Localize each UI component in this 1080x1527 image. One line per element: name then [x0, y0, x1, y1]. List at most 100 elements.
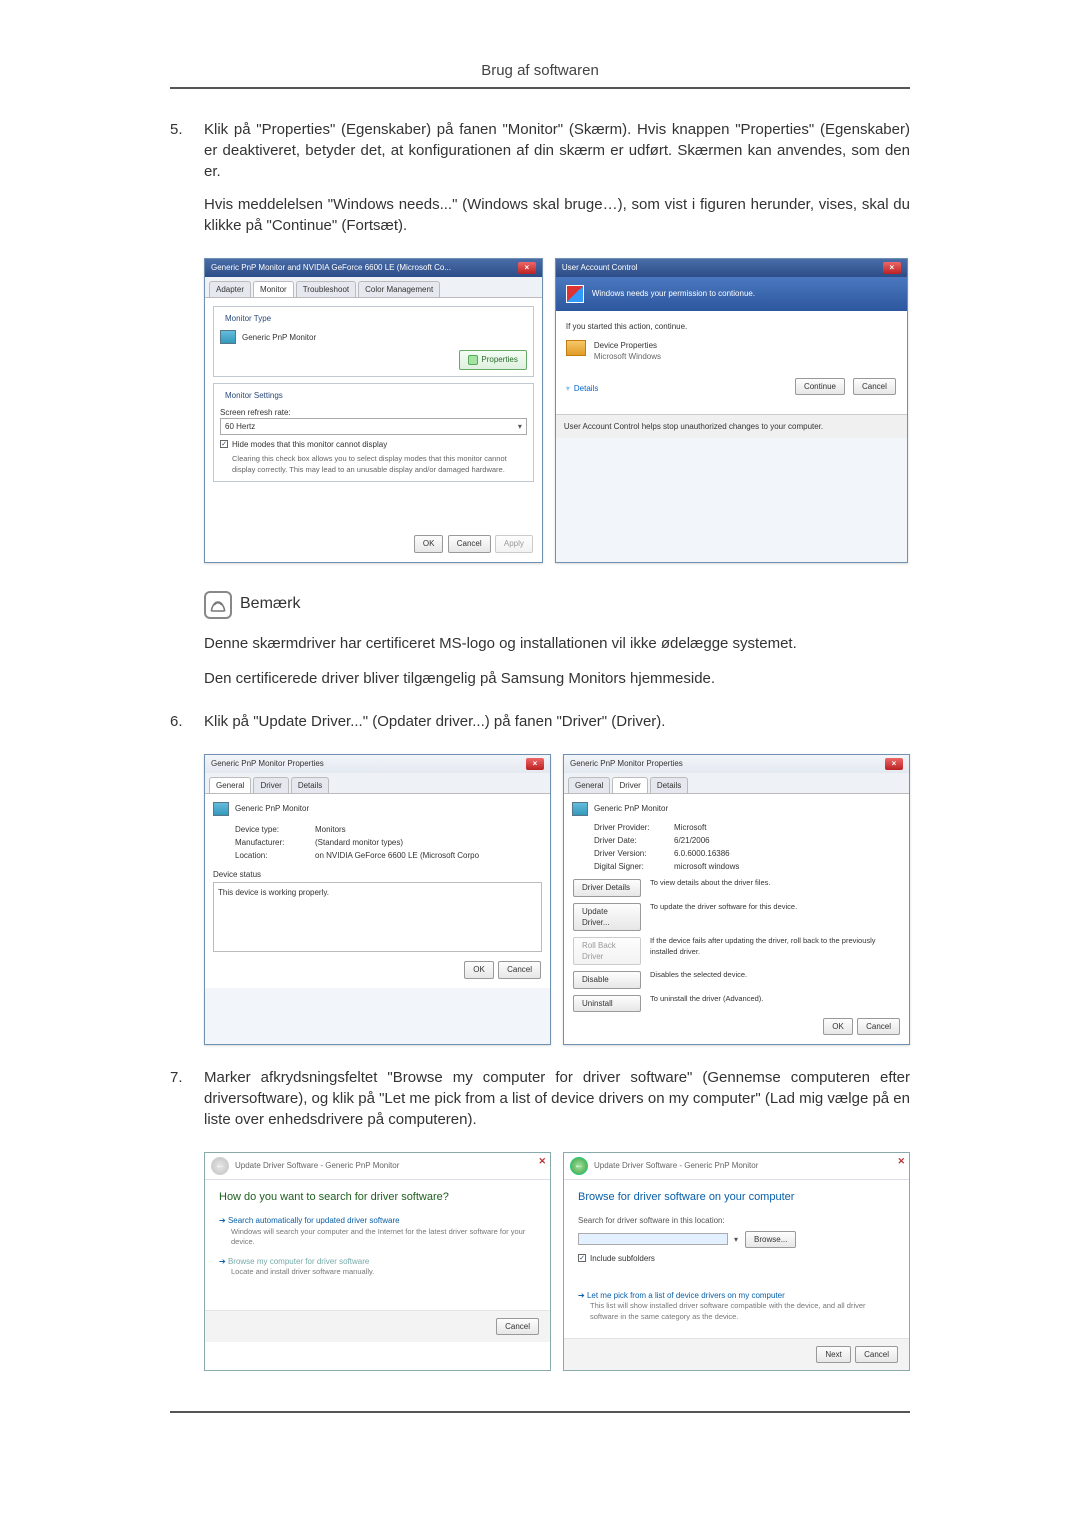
shield-icon — [566, 285, 584, 303]
disable-desc: Disables the selected device. — [650, 970, 901, 981]
close-icon[interactable]: × — [885, 758, 903, 770]
tab-monitor[interactable]: Monitor — [253, 281, 294, 297]
disable-button[interactable]: Disable — [573, 971, 641, 988]
wizard-heading: Browse for driver software on your compu… — [578, 1190, 895, 1205]
tab-details[interactable]: Details — [291, 777, 329, 793]
close-icon[interactable]: ✕ — [897, 1155, 905, 1168]
close-icon[interactable]: × — [526, 758, 544, 770]
monitor-properties-dialog: Generic PnP Monitor and NVIDIA GeForce 6… — [204, 258, 543, 563]
device-properties-general: Generic PnP Monitor Properties × General… — [204, 754, 551, 1045]
refresh-rate-dropdown[interactable]: 60 Hertz — [220, 418, 527, 435]
tab-color-management[interactable]: Color Management — [358, 281, 440, 297]
device-status-box: This device is working properly. — [213, 882, 542, 952]
step-6-text: Klik på "Update Driver..." (Opdater driv… — [204, 711, 910, 732]
update-driver-desc: To update the driver software for this d… — [650, 902, 901, 913]
label-device-type: Device type: — [235, 824, 305, 835]
monitor-settings-header: Monitor Settings — [222, 390, 286, 401]
uac-title: User Account Control — [562, 262, 638, 273]
dialog-title: Generic PnP Monitor and NVIDIA GeForce 6… — [211, 262, 451, 273]
ok-button[interactable]: OK — [464, 961, 494, 978]
page-header: Brug af softwaren — [170, 60, 910, 89]
note-label: Bemærk — [240, 593, 300, 615]
cancel-button[interactable]: Cancel — [496, 1318, 539, 1335]
refresh-rate-value: 60 Hertz — [225, 421, 255, 432]
label-driver-provider: Driver Provider: — [594, 822, 664, 833]
device-status-header: Device status — [213, 869, 542, 880]
wizard-breadcrumb: Update Driver Software - Generic PnP Mon… — [235, 1160, 399, 1171]
monitor-type-name: Generic PnP Monitor — [242, 332, 316, 343]
hide-modes-checkbox[interactable] — [220, 440, 228, 448]
step-6-number: 6. — [170, 711, 204, 744]
step-7-number: 7. — [170, 1067, 204, 1142]
uac-details-toggle[interactable]: Details — [566, 383, 598, 394]
wizard-heading: How do you want to search for driver sof… — [219, 1190, 536, 1205]
continue-button[interactable]: Continue — [795, 378, 845, 395]
tab-general[interactable]: General — [568, 777, 610, 793]
close-icon[interactable]: × — [518, 262, 536, 274]
location-input[interactable] — [578, 1233, 728, 1245]
uac-banner-text: Windows needs your permission to contion… — [592, 288, 755, 299]
value-driver-version: 6.0.6000.16386 — [674, 848, 730, 859]
device-properties-driver: Generic PnP Monitor Properties × General… — [563, 754, 910, 1045]
cancel-button[interactable]: Cancel — [448, 535, 491, 552]
monitor-icon — [213, 802, 229, 816]
apply-button[interactable]: Apply — [495, 535, 533, 552]
cancel-button[interactable]: Cancel — [853, 378, 896, 395]
close-icon[interactable]: × — [883, 262, 901, 274]
browse-button[interactable]: Browse... — [745, 1231, 796, 1248]
tab-details[interactable]: Details — [650, 777, 688, 793]
uac-if-started: If you started this action, continue. — [566, 321, 897, 332]
update-driver-button[interactable]: Update Driver... — [573, 903, 641, 931]
wizard-breadcrumb: Update Driver Software - Generic PnP Mon… — [594, 1160, 758, 1171]
rollback-driver-button[interactable]: Roll Back Driver — [573, 937, 641, 965]
device-name: Generic PnP Monitor — [594, 803, 668, 814]
step-7: 7. Marker afkrydsningsfeltet "Browse my … — [170, 1067, 910, 1142]
rollback-driver-desc: If the device fails after updating the d… — [650, 936, 901, 957]
step-6: 6. Klik på "Update Driver..." (Opdater d… — [170, 711, 910, 744]
hide-modes-help: Clearing this check box allows you to se… — [232, 454, 527, 475]
hide-modes-label: Hide modes that this monitor cannot disp… — [232, 439, 387, 450]
next-button[interactable]: Next — [816, 1346, 850, 1363]
back-button[interactable] — [570, 1157, 588, 1175]
monitor-icon — [572, 802, 588, 816]
uac-ms-windows: Microsoft Windows — [594, 351, 661, 362]
cancel-button[interactable]: Cancel — [855, 1346, 898, 1363]
uac-device-properties: Device Properties — [594, 340, 661, 351]
note-paragraph-1: Denne skærmdriver har certificeret MS-lo… — [204, 633, 910, 654]
uninstall-desc: To uninstall the driver (Advanced). — [650, 994, 901, 1005]
value-digital-signer: microsoft windows — [674, 861, 739, 872]
cancel-button[interactable]: Cancel — [498, 961, 541, 978]
page-footer-rule — [170, 1411, 910, 1413]
wizard-option-pick-list[interactable]: Let me pick from a list of device driver… — [578, 1290, 895, 1301]
device-properties-icon — [566, 340, 586, 356]
uninstall-button[interactable]: Uninstall — [573, 995, 641, 1012]
label-manufacturer: Manufacturer: — [235, 837, 305, 848]
tab-adapter[interactable]: Adapter — [209, 281, 251, 297]
step-7-text: Marker afkrydsningsfeltet "Browse my com… — [204, 1067, 910, 1130]
ok-button[interactable]: OK — [414, 535, 444, 552]
wizard-option-search-auto[interactable]: Search automatically for updated driver … — [219, 1215, 536, 1226]
include-subfolders-label: Include subfolders — [590, 1253, 655, 1264]
step-5-text-1: Klik på "Properties" (Egenskaber) på fan… — [204, 119, 910, 182]
driver-details-button[interactable]: Driver Details — [573, 879, 641, 896]
properties-button[interactable]: Properties — [459, 350, 526, 369]
tab-general[interactable]: General — [209, 777, 251, 793]
label-digital-signer: Digital Signer: — [594, 861, 664, 872]
include-subfolders-checkbox[interactable] — [578, 1254, 586, 1262]
tab-driver[interactable]: Driver — [253, 777, 288, 793]
tab-troubleshoot[interactable]: Troubleshoot — [296, 281, 356, 297]
ok-button[interactable]: OK — [823, 1018, 853, 1035]
tab-driver[interactable]: Driver — [612, 777, 647, 793]
refresh-rate-label: Screen refresh rate: — [220, 407, 527, 418]
close-icon[interactable]: ✕ — [538, 1155, 546, 1168]
step-5: 5. Klik på "Properties" (Egenskaber) på … — [170, 119, 910, 248]
wizard-option-browse[interactable]: Browse my computer for driver software — [219, 1256, 536, 1267]
dialog-title: Generic PnP Monitor Properties — [211, 758, 324, 769]
label-location: Location: — [235, 850, 305, 861]
dialog-title: Generic PnP Monitor Properties — [570, 758, 683, 769]
note-paragraph-2: Den certificerede driver bliver tilgænge… — [204, 668, 910, 689]
update-driver-wizard-b: ✕ Update Driver Software - Generic PnP M… — [563, 1152, 910, 1371]
monitor-type-header: Monitor Type — [222, 313, 274, 324]
wizard-option-browse-sub: Locate and install driver software manua… — [231, 1267, 536, 1278]
cancel-button[interactable]: Cancel — [857, 1018, 900, 1035]
